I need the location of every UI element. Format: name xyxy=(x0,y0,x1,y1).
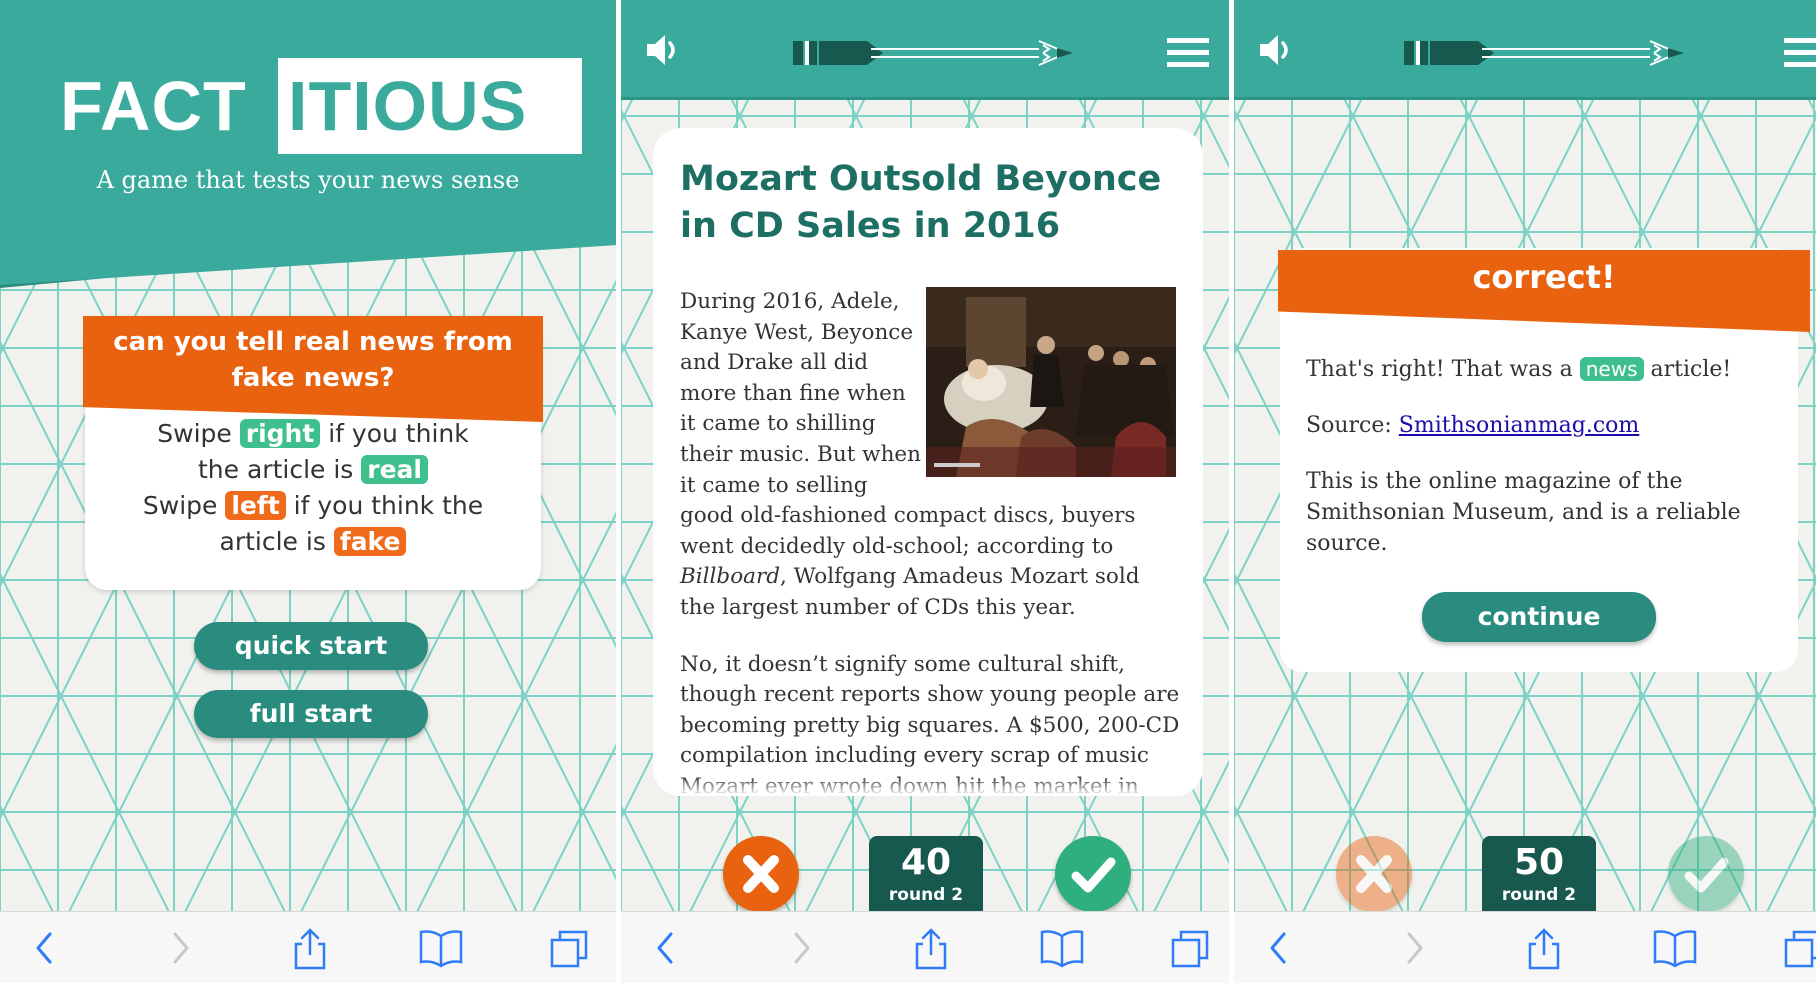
x-icon xyxy=(1356,855,1392,893)
fake-button[interactable] xyxy=(723,836,799,912)
result-screen: That's right! That was a news article! S… xyxy=(1234,0,1816,983)
chevron-right-icon[interactable] xyxy=(165,928,195,972)
open-book-icon[interactable] xyxy=(1039,928,1085,972)
source-description: This is the online magazine of the Smith… xyxy=(1306,469,1741,556)
share-icon[interactable] xyxy=(913,928,949,974)
chevron-left-icon[interactable] xyxy=(651,928,681,972)
question-text: can you tell real news from fake news? xyxy=(113,327,513,393)
factitious-logo: FACT ITIOUS xyxy=(60,58,600,156)
round-label: round 2 xyxy=(1501,885,1577,905)
hamburger-menu-icon[interactable] xyxy=(1167,38,1209,72)
share-icon[interactable] xyxy=(292,928,328,974)
score-display: 40 round 2 xyxy=(869,836,983,918)
checkmark-icon xyxy=(1684,857,1729,893)
chevron-left-icon[interactable] xyxy=(30,928,60,972)
result-message: That's right! That was a news article! xyxy=(1306,357,1732,382)
checkmark-icon xyxy=(1071,857,1116,893)
browser-toolbar xyxy=(621,911,1229,983)
real-button xyxy=(1668,836,1744,912)
chevron-right-icon[interactable] xyxy=(786,928,816,972)
continue-button[interactable]: continue xyxy=(1422,592,1656,642)
real-button[interactable] xyxy=(1055,836,1131,912)
article-paragraph: No, it doesn’t signify some cultural shi… xyxy=(680,651,1180,796)
logo-fact-text: FACT xyxy=(60,67,247,145)
article-card[interactable]: Mozart Outsold Beyonce in CD Sales in 20… xyxy=(653,128,1203,796)
open-book-icon[interactable] xyxy=(1652,928,1698,972)
speaker-icon[interactable] xyxy=(643,30,683,74)
speaker-icon[interactable] xyxy=(1256,30,1296,74)
pencil-progress-icon xyxy=(1402,36,1692,74)
score-value: 50 xyxy=(1513,842,1565,883)
browser-toolbar xyxy=(1234,911,1816,983)
mozart-painting-image xyxy=(926,287,1176,477)
round-label: round 2 xyxy=(888,885,964,905)
quick-start-button[interactable]: quick start xyxy=(194,622,428,670)
pencil-progress-icon xyxy=(791,36,1081,74)
chevron-left-icon[interactable] xyxy=(1264,928,1294,972)
home-screen: FACT ITIOUS A game that tests your news … xyxy=(0,0,616,983)
score-value: 40 xyxy=(900,842,952,883)
game-header xyxy=(621,0,1229,100)
fake-button xyxy=(1336,836,1412,912)
left-highlight: left xyxy=(225,491,286,520)
fake-highlight: fake xyxy=(333,527,407,556)
article-screen: Mozart Outsold Beyonce in CD Sales in 20… xyxy=(621,0,1229,983)
article-title: Mozart Outsold Beyonce in CD Sales in 20… xyxy=(680,159,1162,246)
x-icon xyxy=(743,855,779,893)
source-line: Source: Smithsonianmag.com xyxy=(1306,413,1640,438)
tabs-icon[interactable] xyxy=(1782,928,1816,974)
result-title: correct! xyxy=(1472,258,1616,296)
tabs-icon[interactable] xyxy=(1169,928,1211,974)
tabs-icon[interactable] xyxy=(548,928,590,974)
source-link[interactable]: Smithsonianmag.com xyxy=(1399,413,1640,438)
browser-toolbar xyxy=(0,911,616,983)
game-header xyxy=(1234,0,1816,100)
news-badge: news xyxy=(1579,357,1644,381)
instructions-text: Swipe right if you think the article is … xyxy=(142,419,484,556)
tagline: A game that tests your news sense xyxy=(96,166,520,194)
full-start-button[interactable]: full start xyxy=(194,690,428,738)
right-highlight: right xyxy=(239,419,321,448)
real-highlight: real xyxy=(361,455,428,484)
score-display: 50 round 2 xyxy=(1482,836,1596,918)
open-book-icon[interactable] xyxy=(418,928,464,972)
share-icon[interactable] xyxy=(1526,928,1562,974)
chevron-right-icon[interactable] xyxy=(1399,928,1429,972)
logo-itious-text: ITIOUS xyxy=(288,67,528,145)
instructions-card: can you tell real news from fake news? S… xyxy=(83,316,543,590)
hamburger-menu-icon[interactable] xyxy=(1784,38,1816,72)
